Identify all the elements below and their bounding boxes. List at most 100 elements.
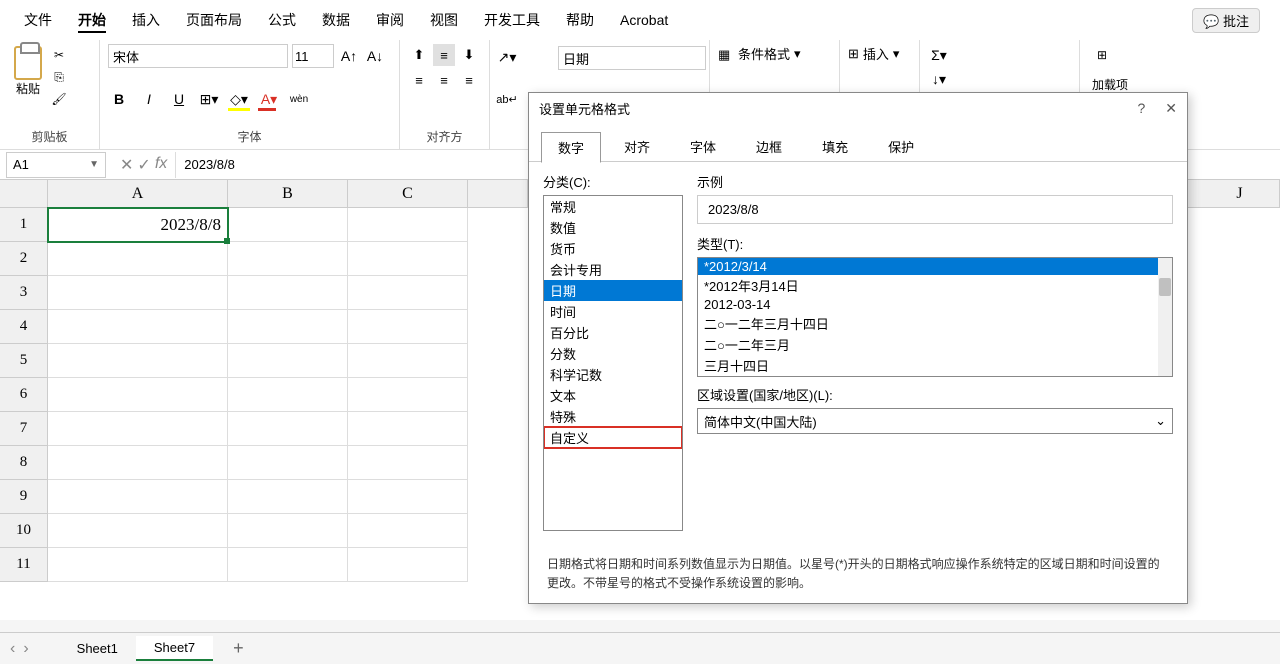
- menu-home[interactable]: 开始: [74, 8, 110, 32]
- category-fraction[interactable]: 分数: [544, 343, 682, 364]
- row-header-3[interactable]: 3: [0, 276, 48, 310]
- italic-button[interactable]: I: [138, 88, 160, 110]
- category-accounting[interactable]: 会计专用: [544, 259, 682, 280]
- fx-icon[interactable]: fx: [155, 155, 167, 175]
- menu-developer[interactable]: 开发工具: [480, 8, 544, 32]
- tab-number[interactable]: 数字: [541, 132, 601, 163]
- locale-select[interactable]: 简体中文(中国大陆) ⌄: [697, 408, 1173, 434]
- orientation-icon[interactable]: ↗▾: [496, 46, 518, 68]
- insert-cells-button[interactable]: ⊞ 插入 ▾: [848, 44, 911, 63]
- align-center-icon[interactable]: ≡: [433, 69, 455, 91]
- cell[interactable]: [228, 514, 348, 548]
- tab-border[interactable]: 边框: [739, 131, 799, 162]
- cell[interactable]: [348, 412, 468, 446]
- cell[interactable]: [228, 276, 348, 310]
- menu-view[interactable]: 视图: [426, 8, 462, 32]
- type-listbox[interactable]: *2012/3/14 *2012年3月14日 2012-03-14 二○一二年三…: [697, 257, 1173, 377]
- type-item[interactable]: *2012/3/14: [698, 258, 1172, 275]
- cut-icon[interactable]: ✂: [50, 46, 68, 64]
- font-size-select[interactable]: [292, 44, 334, 68]
- align-left-icon[interactable]: ≡: [408, 69, 430, 91]
- cell-B1[interactable]: [228, 208, 348, 242]
- menu-file[interactable]: 文件: [20, 8, 56, 32]
- category-listbox[interactable]: 常规 数值 货币 会计专用 日期 时间 百分比 分数 科学记数 文本 特殊 自定…: [543, 195, 683, 531]
- cell[interactable]: [48, 276, 228, 310]
- next-sheet-icon[interactable]: ›: [23, 640, 28, 658]
- cell[interactable]: [228, 310, 348, 344]
- cell[interactable]: [348, 344, 468, 378]
- category-custom[interactable]: 自定义: [544, 427, 682, 448]
- add-sheet-button[interactable]: +: [233, 638, 244, 659]
- align-top-icon[interactable]: ⬆: [408, 44, 430, 66]
- type-item[interactable]: 二○一二年三月: [698, 334, 1172, 355]
- bold-button[interactable]: B: [108, 88, 130, 110]
- scrollbar[interactable]: [1158, 258, 1172, 376]
- autosum-icon[interactable]: Σ▾: [928, 44, 950, 66]
- copy-icon[interactable]: ⎘: [50, 68, 68, 86]
- cell[interactable]: [348, 242, 468, 276]
- number-format-select[interactable]: [558, 46, 706, 70]
- fill-icon[interactable]: ↓▾: [928, 68, 950, 90]
- cell[interactable]: [348, 446, 468, 480]
- tab-protection[interactable]: 保护: [871, 131, 931, 162]
- row-header-8[interactable]: 8: [0, 446, 48, 480]
- cell[interactable]: [348, 310, 468, 344]
- wrap-text-icon[interactable]: ab↵: [496, 88, 518, 110]
- row-header-9[interactable]: 9: [0, 480, 48, 514]
- fill-color-button[interactable]: ◇▾: [228, 88, 250, 110]
- tab-font[interactable]: 字体: [673, 131, 733, 162]
- decrease-font-icon[interactable]: A↓: [364, 45, 386, 67]
- menu-page-layout[interactable]: 页面布局: [182, 8, 246, 32]
- category-time[interactable]: 时间: [544, 301, 682, 322]
- close-icon[interactable]: ✕: [1165, 100, 1177, 117]
- row-header-11[interactable]: 11: [0, 548, 48, 582]
- cell[interactable]: [228, 242, 348, 276]
- category-percentage[interactable]: 百分比: [544, 322, 682, 343]
- row-header-6[interactable]: 6: [0, 378, 48, 412]
- column-header-B[interactable]: B: [228, 180, 348, 207]
- cell[interactable]: [348, 514, 468, 548]
- tab-alignment[interactable]: 对齐: [607, 131, 667, 162]
- align-bottom-icon[interactable]: ⬇: [458, 44, 480, 66]
- sheet-tab-7[interactable]: Sheet7: [136, 636, 213, 661]
- align-right-icon[interactable]: ≡: [458, 69, 480, 91]
- menu-data[interactable]: 数据: [318, 8, 354, 32]
- help-icon[interactable]: ?: [1137, 100, 1145, 117]
- row-header-10[interactable]: 10: [0, 514, 48, 548]
- conditional-format-button[interactable]: ▦ 条件格式 ▾: [718, 44, 831, 63]
- cell[interactable]: [48, 378, 228, 412]
- cell[interactable]: [228, 480, 348, 514]
- category-scientific[interactable]: 科学记数: [544, 364, 682, 385]
- cell[interactable]: [228, 378, 348, 412]
- cell[interactable]: [48, 480, 228, 514]
- cell[interactable]: [48, 310, 228, 344]
- underline-button[interactable]: U: [168, 88, 190, 110]
- column-header-A[interactable]: A: [48, 180, 228, 207]
- comments-button[interactable]: 💬 批注: [1192, 8, 1260, 33]
- cell[interactable]: [228, 412, 348, 446]
- addins-button[interactable]: ⊞ 加载项: [1088, 44, 1132, 97]
- cell[interactable]: [48, 514, 228, 548]
- menu-acrobat[interactable]: Acrobat: [616, 10, 672, 30]
- font-name-select[interactable]: [108, 44, 288, 68]
- row-header-2[interactable]: 2: [0, 242, 48, 276]
- row-header-7[interactable]: 7: [0, 412, 48, 446]
- paste-button[interactable]: 粘贴: [8, 44, 48, 110]
- column-header-C[interactable]: C: [348, 180, 468, 207]
- select-all-corner[interactable]: [0, 180, 48, 207]
- type-item[interactable]: 2012年3月14日: [698, 376, 1172, 377]
- type-item[interactable]: 二○一二年三月十四日: [698, 313, 1172, 334]
- format-painter-icon[interactable]: 🖌: [50, 90, 68, 108]
- cell[interactable]: [228, 548, 348, 582]
- cell[interactable]: [48, 344, 228, 378]
- cell[interactable]: [48, 548, 228, 582]
- borders-button[interactable]: ⊞▾: [198, 88, 220, 110]
- category-number[interactable]: 数值: [544, 217, 682, 238]
- cell[interactable]: [228, 344, 348, 378]
- align-middle-icon[interactable]: ≡: [433, 44, 455, 66]
- sheet-tab-1[interactable]: Sheet1: [59, 637, 136, 660]
- row-header-5[interactable]: 5: [0, 344, 48, 378]
- category-general[interactable]: 常规: [544, 196, 682, 217]
- menu-formulas[interactable]: 公式: [264, 8, 300, 32]
- tab-fill[interactable]: 填充: [805, 131, 865, 162]
